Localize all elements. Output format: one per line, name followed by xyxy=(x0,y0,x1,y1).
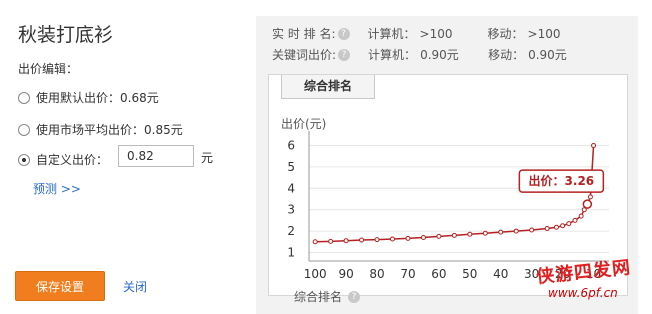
bid-curve-point xyxy=(390,236,396,242)
bid-curve-point xyxy=(436,233,442,239)
radio-default-bid[interactable] xyxy=(18,91,30,104)
current-bid-marker xyxy=(582,199,593,209)
y-tick-label: 5 xyxy=(287,160,295,174)
mobile-label: 移动： xyxy=(488,48,525,62)
bid-curve-point xyxy=(420,234,426,240)
bid-curve-point xyxy=(587,194,593,200)
x-tick-label: 40 xyxy=(493,267,508,280)
radio-custom-bid[interactable] xyxy=(18,153,30,166)
bid-curve-line xyxy=(315,145,595,243)
bid-curve-point xyxy=(591,143,597,149)
bid-edit-panel: 秋装打底衫 出价编辑： 使用默认出价：0.68元 使用市场平均出价：0.85元 … xyxy=(0,0,250,314)
custom-price-input[interactable] xyxy=(118,145,194,167)
option-default-bid-label: 使用默认出价：0.68元 xyxy=(36,91,159,105)
x-tick-label: 90 xyxy=(338,267,353,280)
close-link[interactable]: 关闭 xyxy=(123,278,147,295)
keyword-bid-row: 关键词出价: ? 计算机： 0.90元 移动： 0.90元 xyxy=(272,46,567,63)
option-market-average-bid-label: 使用市场平均出价：0.85元 xyxy=(36,123,183,137)
price-edit-label: 出价编辑： xyxy=(18,62,79,76)
x-tick-label: 100 xyxy=(304,267,327,280)
realtime-computer-value: >100 xyxy=(419,26,453,41)
help-icon[interactable]: ? xyxy=(337,27,350,40)
bid-curve-point xyxy=(572,217,578,223)
x-tick-label: 50 xyxy=(462,267,477,280)
y-tick-label: 4 xyxy=(287,181,295,195)
bid-curve-point xyxy=(529,227,535,233)
option-market-average-bid[interactable]: 使用市场平均出价：0.85元 xyxy=(18,121,183,138)
x-tick-label: 60 xyxy=(431,267,446,280)
bid-curve-point xyxy=(553,224,559,230)
help-icon[interactable]: ? xyxy=(348,290,361,303)
custom-price-unit: 元 xyxy=(201,151,214,165)
option-default-bid[interactable]: 使用默认出价：0.68元 xyxy=(18,89,159,106)
keyword-bid-label: 关键词出价: xyxy=(272,48,337,62)
bid-curve-point xyxy=(544,226,550,232)
bid-curve-point xyxy=(343,238,349,244)
realtime-rank-row: 实 时 排 名: ? 计算机： >100 移动： >100 xyxy=(272,25,561,42)
x-tick-label: 70 xyxy=(400,267,415,280)
bid-curve-point xyxy=(566,221,572,227)
product-title: 秋装打底衫 xyxy=(18,24,114,46)
y-tick-label: 3 xyxy=(287,203,295,217)
y-tick-label: 2 xyxy=(287,224,295,238)
bid-mobile-value: 0.90元 xyxy=(528,48,567,62)
bid-curve-point xyxy=(328,238,334,244)
bid-callout-label: 出价：3.26 xyxy=(529,173,595,188)
bid-curve-point xyxy=(560,223,566,229)
bid-curve-point xyxy=(578,213,584,219)
bid-curve-point xyxy=(513,228,519,234)
bid-curve-point xyxy=(482,230,488,236)
y-tick-label: 6 xyxy=(287,139,295,153)
bid-curve-point xyxy=(405,235,411,241)
bid-curve-point xyxy=(467,231,473,237)
bid-computer-value: 0.90元 xyxy=(420,48,459,62)
y-tick-label: 1 xyxy=(287,245,295,259)
predict-link[interactable]: 预测 >> xyxy=(33,180,81,197)
mobile-label: 移动： xyxy=(487,27,524,41)
chart-xlabel-row: 综合排名 ? xyxy=(294,288,366,305)
save-settings-button[interactable]: 保存设置 xyxy=(15,271,105,301)
realtime-rank-label: 实 时 排 名: xyxy=(272,27,336,41)
bid-curve-point xyxy=(312,239,318,245)
watermark-url: www.6pf.cn xyxy=(548,286,618,300)
bid-curve-point xyxy=(451,232,457,238)
radio-market-average-bid[interactable] xyxy=(18,123,30,136)
help-icon[interactable]: ? xyxy=(338,48,351,61)
option-custom-bid[interactable]: 自定义出价： xyxy=(18,151,108,168)
option-custom-bid-label: 自定义出价： xyxy=(36,153,109,167)
computer-label: 计算机： xyxy=(367,27,416,41)
computer-label: 计算机： xyxy=(368,48,417,62)
bid-curve-point xyxy=(374,237,380,243)
realtime-mobile-value: >100 xyxy=(527,26,561,41)
chart-xlabel: 综合排名 xyxy=(294,290,343,304)
bid-curve-point xyxy=(359,237,365,243)
x-tick-label: 80 xyxy=(369,267,384,280)
bid-curve-point xyxy=(498,229,504,235)
bid-curve-chart: 123456100 90 80 70 60 50 40 30 20 10出价：3.26 xyxy=(287,131,609,280)
